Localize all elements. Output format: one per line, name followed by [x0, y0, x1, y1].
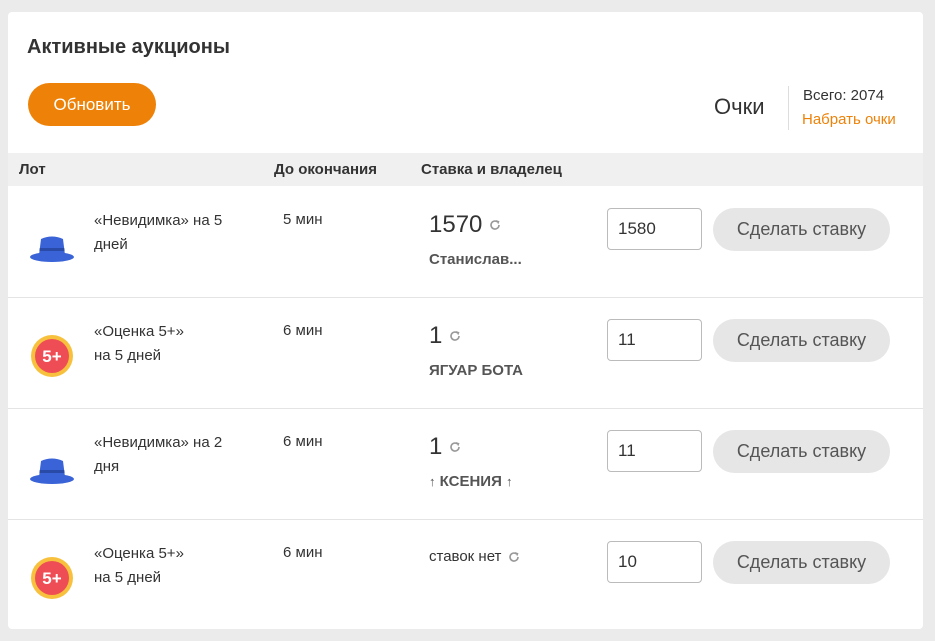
- refresh-icon[interactable]: [448, 329, 462, 343]
- place-bid-button[interactable]: Сделать ставку: [713, 541, 890, 584]
- grade-5plus-icon: 5+: [31, 335, 73, 377]
- earn-points-link[interactable]: Набрать очки: [802, 111, 896, 128]
- points-label: Очки: [714, 94, 765, 119]
- lot-name: «Оценка 5+» на 5 дней: [94, 545, 184, 586]
- table-row: «Невидимка» на 5 дней 5 мин 1570 Станисл…: [8, 187, 923, 298]
- refresh-icon[interactable]: [488, 218, 502, 232]
- lot-name: «Невидимка» на 2 дня: [94, 434, 223, 475]
- bid-input[interactable]: [607, 208, 702, 250]
- column-bid: Ставка и владелец: [421, 161, 562, 178]
- owner-decor-left: ↑: [429, 474, 436, 489]
- refresh-icon[interactable]: [507, 550, 521, 564]
- table-header: Лот До окончания Ставка и владелец: [8, 153, 923, 186]
- bid-amount: ставок нет: [429, 548, 521, 565]
- bid-amount: 1: [429, 433, 462, 461]
- bid-owner: ↑ КСЕНИЯ ↑: [429, 473, 513, 490]
- column-time: До окончания: [274, 161, 377, 178]
- table-row: 5+ «Оценка 5+» на 5 дней 6 мин 1 ЯГУАР Б…: [8, 298, 923, 409]
- page-title: Активные аукционы: [27, 36, 230, 58]
- refresh-button[interactable]: Обновить: [28, 83, 156, 126]
- lot-name: «Невидимка» на 5 дней: [94, 212, 223, 253]
- bid-input[interactable]: [607, 541, 702, 583]
- lot-name: «Оценка 5+» на 5 дней: [94, 323, 184, 364]
- bid-value: ставок нет: [429, 548, 502, 565]
- grade-5plus-icon: 5+: [31, 557, 73, 599]
- svg-text:5+: 5+: [42, 347, 61, 366]
- bid-value: 1570: [429, 211, 483, 238]
- bid-owner: ЯГУАР БОТА: [429, 362, 523, 379]
- owner-decor-right: ↑: [506, 474, 513, 489]
- blue-hat-icon: [30, 236, 74, 262]
- time-left: 5 мин: [283, 211, 323, 228]
- place-bid-button[interactable]: Сделать ставку: [713, 208, 890, 251]
- bid-value: 1: [429, 433, 443, 460]
- table-row: 5+ «Оценка 5+» на 5 дней 6 мин ставок не…: [8, 520, 923, 630]
- bid-amount: 1: [429, 322, 462, 350]
- bid-owner-name: КСЕНИЯ: [439, 473, 502, 490]
- bid-input[interactable]: [607, 430, 702, 472]
- bid-value: 1: [429, 322, 443, 349]
- place-bid-button[interactable]: Сделать ставку: [713, 430, 890, 473]
- bid-amount: 1570: [429, 211, 502, 239]
- bid-input[interactable]: [607, 319, 702, 361]
- points-total: Всего: 2074: [803, 87, 885, 104]
- points-divider: [788, 86, 789, 130]
- column-lot: Лот: [19, 161, 46, 178]
- bid-owner: Станислав...: [429, 251, 522, 268]
- refresh-icon[interactable]: [448, 440, 462, 454]
- svg-text:5+: 5+: [42, 569, 61, 588]
- time-left: 6 мин: [283, 544, 323, 561]
- auctions-panel: Активные аукционы Обновить Очки Всего: 2…: [8, 12, 923, 629]
- blue-hat-icon: [30, 458, 74, 484]
- time-left: 6 мин: [283, 433, 323, 450]
- place-bid-button[interactable]: Сделать ставку: [713, 319, 890, 362]
- table-row: «Невидимка» на 2 дня 6 мин 1 ↑ КСЕНИЯ ↑ …: [8, 409, 923, 520]
- time-left: 6 мин: [283, 322, 323, 339]
